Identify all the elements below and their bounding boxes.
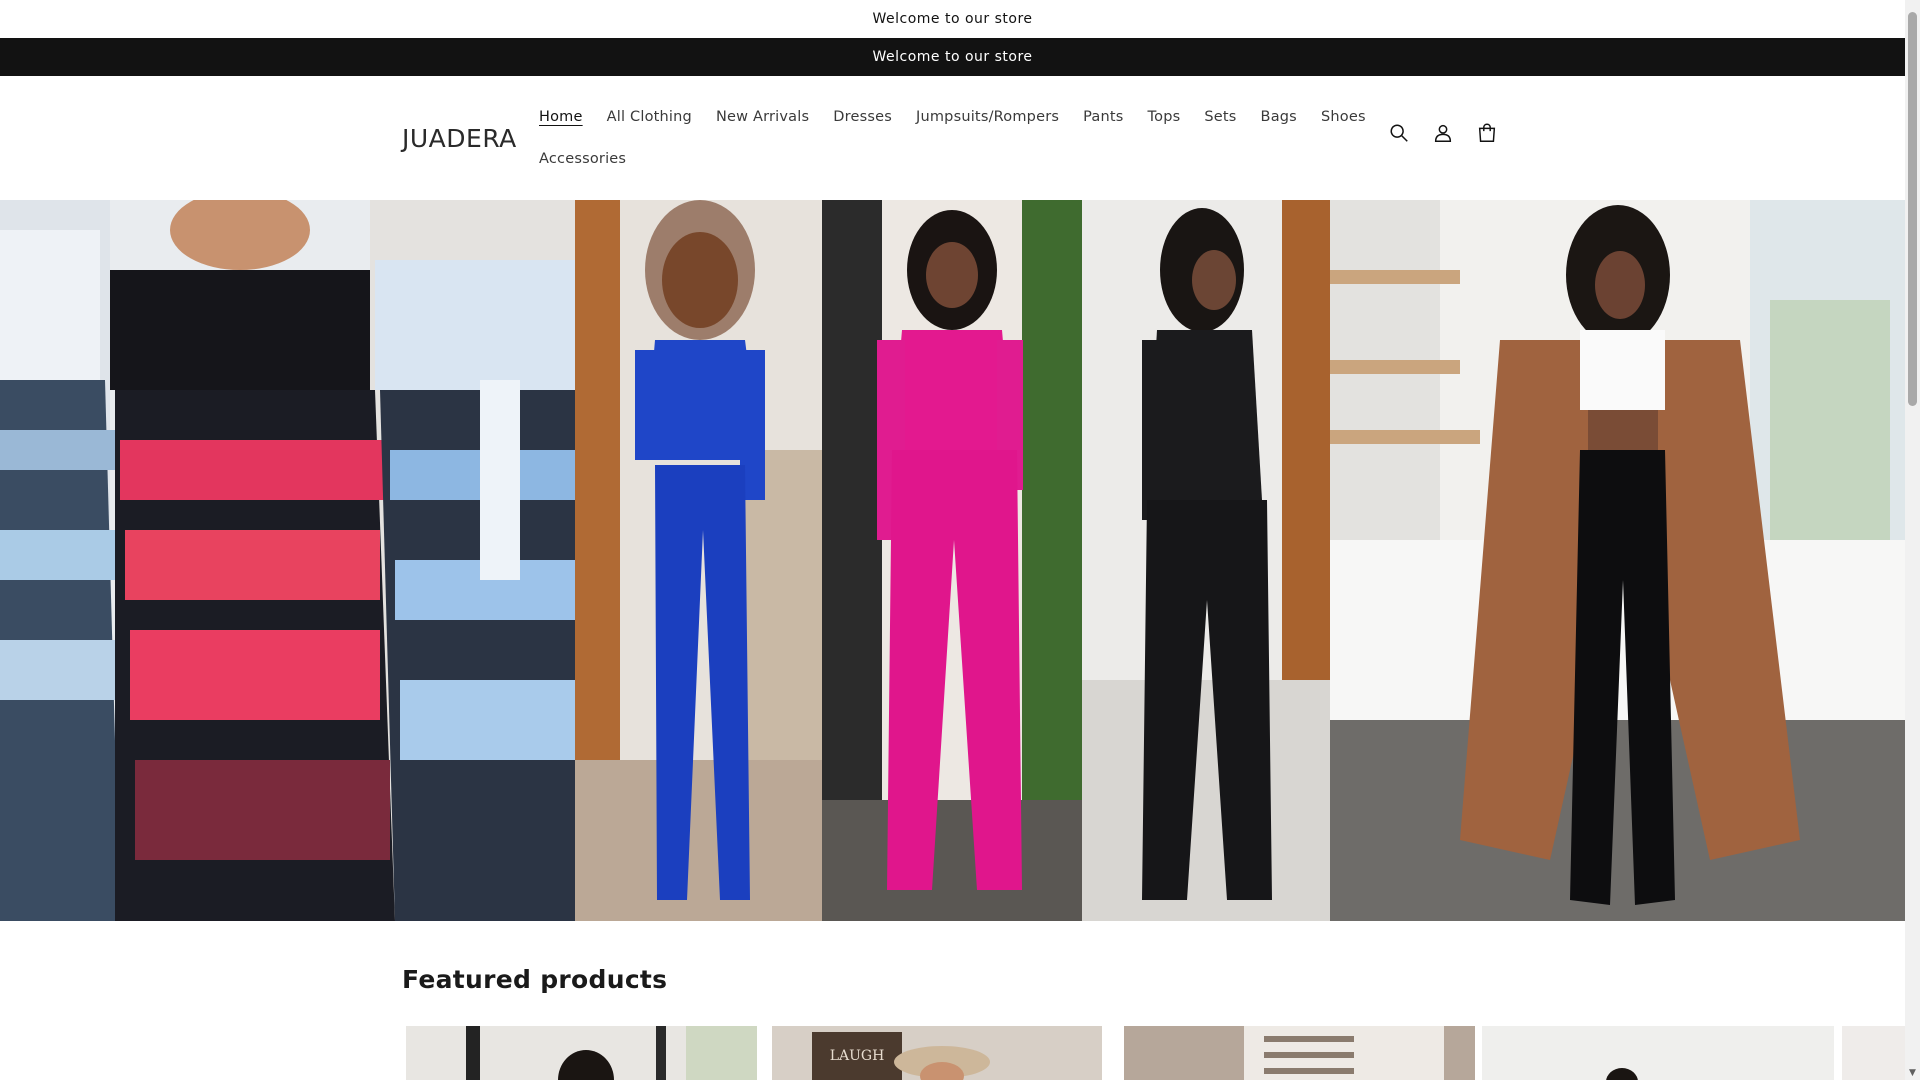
svg-text:LAUGH: LAUGH xyxy=(830,1048,885,1064)
product-card-2[interactable]: LAUGH xyxy=(772,1026,1102,1080)
tulle-skirts-image xyxy=(0,200,575,921)
cart-icon[interactable] xyxy=(1474,120,1500,146)
scroll-down-arrow-icon[interactable]: ▼ xyxy=(1908,1068,1917,1078)
featured-products-grid: LAUGH xyxy=(402,1026,1905,1080)
nav-tops[interactable]: Tops xyxy=(1136,109,1193,125)
product-image-1 xyxy=(406,1026,757,1080)
featured-products-heading: Featured products xyxy=(402,965,668,994)
main-nav: Home All Clothing New Arrivals Dresses J… xyxy=(527,106,1366,190)
product-card-4[interactable] xyxy=(1482,1026,1834,1080)
nav-accessories[interactable]: Accessories xyxy=(527,151,638,167)
hero-panel-pink-set xyxy=(822,200,1082,921)
nav-bags[interactable]: Bags xyxy=(1249,109,1309,125)
product-card-3[interactable] xyxy=(1124,1026,1475,1080)
nav-all-clothing[interactable]: All Clothing xyxy=(595,109,704,125)
nav-dresses[interactable]: Dresses xyxy=(821,109,904,125)
hero-panel-tulle-skirts xyxy=(0,200,575,921)
product-card-1[interactable] xyxy=(406,1026,757,1080)
black-set-image xyxy=(1082,200,1330,921)
hero-panel-black-set xyxy=(1082,200,1330,921)
hero-panel-cardigan xyxy=(1330,200,1905,921)
announcement-text-top: Welcome to our store xyxy=(0,0,1905,38)
store-logo[interactable]: JUADERA xyxy=(402,124,517,153)
product-image-5 xyxy=(1842,1026,1905,1080)
product-image-4 xyxy=(1482,1026,1834,1080)
pink-set-image xyxy=(822,200,1082,921)
nav-shoes[interactable]: Shoes xyxy=(1309,109,1378,125)
nav-row-2: Accessories xyxy=(527,148,1317,170)
hero-panel-blue-set xyxy=(575,200,822,921)
page-scrollbar[interactable]: ▼ xyxy=(1905,0,1920,1080)
nav-home[interactable]: Home xyxy=(527,109,595,125)
nav-jumpsuits-rompers[interactable]: Jumpsuits/Rompers xyxy=(904,109,1071,125)
nav-sets[interactable]: Sets xyxy=(1192,109,1248,125)
nav-row-1: Home All Clothing New Arrivals Dresses J… xyxy=(527,106,1366,128)
product-card-5[interactable] xyxy=(1842,1026,1905,1080)
search-icon[interactable] xyxy=(1386,120,1412,146)
product-image-2: LAUGH xyxy=(772,1026,1102,1080)
announcement-bar-text: Welcome to our store xyxy=(872,49,1033,65)
site-header: JUADERA Home All Clothing New Arrivals D… xyxy=(0,76,1905,200)
nav-new-arrivals[interactable]: New Arrivals xyxy=(704,109,821,125)
announcement-bar: Welcome to our store xyxy=(0,38,1905,76)
scrollbar-thumb[interactable] xyxy=(1908,12,1917,406)
account-icon[interactable] xyxy=(1430,120,1456,146)
product-image-3 xyxy=(1124,1026,1475,1080)
cardigan-image xyxy=(1330,200,1905,921)
nav-pants[interactable]: Pants xyxy=(1071,109,1135,125)
blue-set-image xyxy=(575,200,822,921)
header-icons xyxy=(1386,120,1500,146)
hero-banner[interactable] xyxy=(0,200,1905,921)
